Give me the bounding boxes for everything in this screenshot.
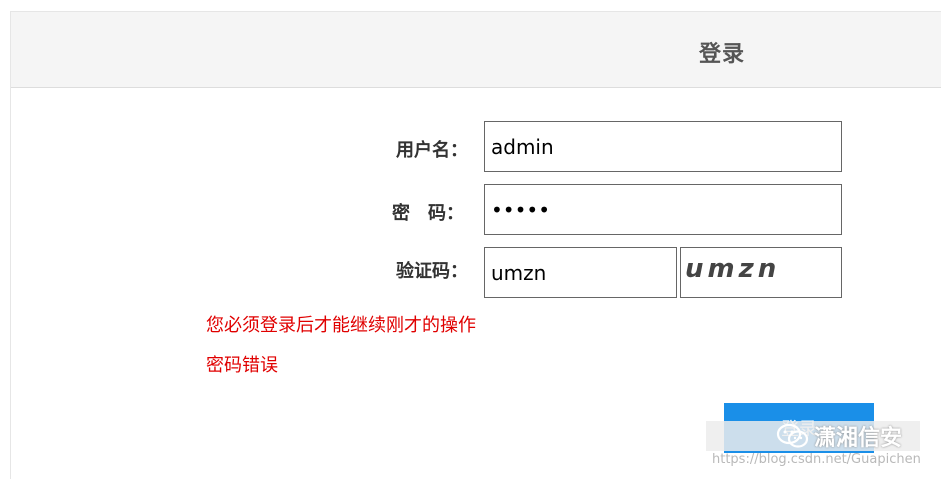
wechat-icon xyxy=(776,423,809,448)
captcha-image[interactable]: umzn xyxy=(680,247,842,298)
username-label: 用户名： xyxy=(396,140,468,161)
error-message-password: 密码错误 xyxy=(206,355,278,376)
password-input[interactable] xyxy=(484,184,842,235)
captcha-input[interactable] xyxy=(484,247,677,298)
login-page: 登录 用户名： 密 码： 验证码： umzn 您必须登录后才能继续刚才的操作 密… xyxy=(0,0,941,479)
watermark-brand: 潇湘信安 xyxy=(776,421,902,451)
error-message-login-required: 您必须登录后才能继续刚才的操作 xyxy=(206,315,476,336)
captcha-image-text: umzn xyxy=(685,254,781,284)
panel-header: 登录 xyxy=(11,12,941,88)
username-input[interactable] xyxy=(484,121,842,172)
watermark-brand-text: 潇湘信安 xyxy=(814,426,903,451)
password-label: 密 码： xyxy=(392,203,464,224)
watermark-url: https://blog.csdn.net/Guapichen xyxy=(712,452,921,467)
captcha-label: 验证码： xyxy=(396,261,468,282)
page-title: 登录 xyxy=(699,42,746,67)
